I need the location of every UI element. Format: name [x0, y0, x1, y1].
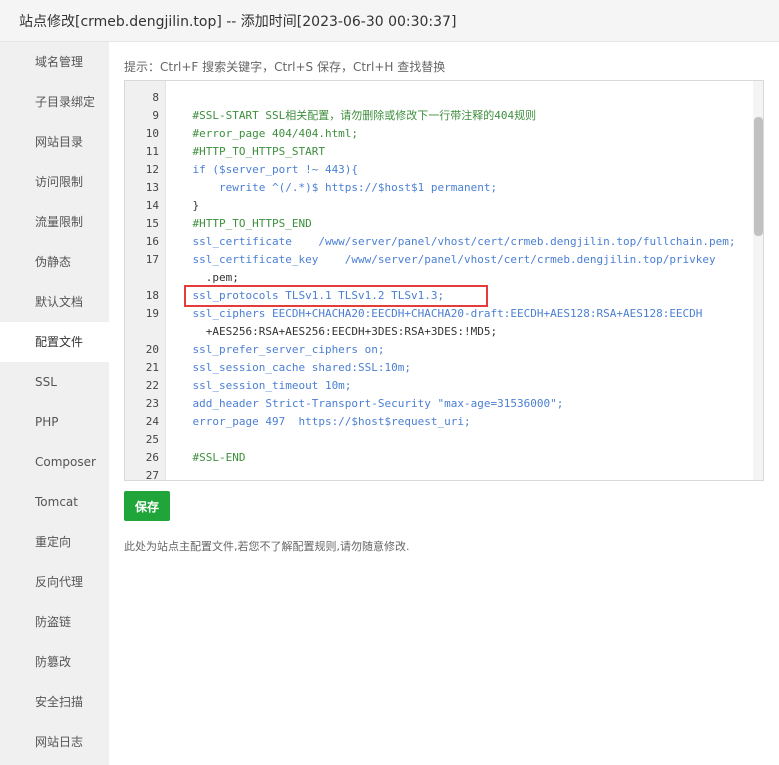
line-number: 15 — [145, 217, 159, 230]
code-line[interactable]: #SSL-END — [166, 449, 245, 467]
code-line[interactable]: if ($server_port !~ 443){ — [166, 161, 358, 179]
code-line[interactable]: error_page 497 https://$host$request_uri… — [166, 413, 470, 431]
line-number: 8 — [152, 91, 159, 104]
scrollbar-thumb[interactable] — [754, 117, 763, 236]
sidebar-item-tomcat[interactable]: Tomcat — [0, 482, 109, 522]
sidebar-item-access-limit[interactable]: 访问限制 — [0, 162, 109, 202]
code-line[interactable]: ssl_certificate_key /www/server/panel/vh… — [166, 251, 715, 269]
line-number: 10 — [145, 127, 159, 140]
code-line[interactable]: rewrite ^(/.*)$ https://$host$1 permanen… — [166, 179, 497, 197]
sidebar-item-domain[interactable]: 域名管理 — [0, 42, 109, 82]
line-number: 13 — [145, 181, 159, 194]
code-line[interactable]: ssl_certificate /www/server/panel/vhost/… — [166, 233, 735, 251]
code-line[interactable]: #HTTP_TO_HTTPS_END — [166, 215, 311, 233]
sidebar-item-tamper-proof[interactable]: 防篡改 — [0, 642, 109, 682]
dialog-title: 站点修改[crmeb.dengjilin.top] -- 添加时间[2023-0… — [19, 14, 457, 30]
sidebar-item-composer[interactable]: Composer — [0, 442, 109, 482]
code-line[interactable]: ssl_prefer_server_ciphers on; — [166, 341, 384, 359]
code-line[interactable]: #SSL-START SSL相关配置，请勿删除或修改下一行带注释的404规则 — [166, 107, 536, 125]
code-line-wrap[interactable]: +AES256:RSA+AES256:EECDH+3DES:RSA+3DES:!… — [166, 323, 497, 341]
line-number: 23 — [145, 397, 159, 410]
code-line[interactable]: ssl_session_cache shared:SSL:10m; — [166, 359, 411, 377]
line-number: 11 — [145, 145, 159, 158]
code-line[interactable]: ssl_ciphers EECDH+CHACHA20:EECDH+CHACHA2… — [166, 305, 702, 323]
sidebar-item-site-log[interactable]: 网站日志 — [0, 722, 109, 762]
code-line[interactable]: } — [166, 197, 199, 215]
sidebar-item-php[interactable]: PHP — [0, 402, 109, 442]
sidebar-item-ssl[interactable]: SSL — [0, 362, 109, 402]
sidebar: 域名管理 子目录绑定 网站目录 访问限制 流量限制 伪静态 默认文档 配置文件 … — [0, 42, 109, 765]
sidebar-item-site-dir[interactable]: 网站目录 — [0, 122, 109, 162]
line-number: 14 — [145, 199, 159, 212]
line-number: 9 — [152, 109, 159, 122]
line-number: 17 — [145, 253, 159, 266]
line-number: 18 — [145, 289, 159, 302]
sidebar-item-default-doc[interactable]: 默认文档 — [0, 282, 109, 322]
dialog-titlebar: 站点修改[crmeb.dengjilin.top] -- 添加时间[2023-0… — [0, 0, 779, 42]
save-button[interactable]: 保存 — [124, 491, 170, 521]
line-number: 24 — [145, 415, 159, 428]
code-line[interactable]: add_header Strict-Transport-Security "ma… — [166, 395, 563, 413]
code-line[interactable]: ssl_session_timeout 10m; — [166, 377, 351, 395]
line-number: 22 — [145, 379, 159, 392]
config-warning-note: 此处为站点主配置文件,若您不了解配置规则,请勿随意修改. — [124, 540, 410, 553]
code-line[interactable]: #HTTP_TO_HTTPS_START — [166, 143, 324, 161]
sidebar-item-rewrite[interactable]: 伪静态 — [0, 242, 109, 282]
line-number: 21 — [145, 361, 159, 374]
sidebar-item-reverse-proxy[interactable]: 反向代理 — [0, 562, 109, 602]
line-number: 25 — [145, 433, 159, 446]
config-editor[interactable]: 8 9 10 11 12 13 14 15 16 17 18 19 20 21 … — [124, 80, 764, 481]
line-number: 26 — [145, 451, 159, 464]
sidebar-item-redirect[interactable]: 重定向 — [0, 522, 109, 562]
sidebar-item-subdir[interactable]: 子目录绑定 — [0, 82, 109, 122]
sidebar-item-hotlink[interactable]: 防盗链 — [0, 602, 109, 642]
code-line[interactable]: #error_page 404/404.html; — [166, 125, 358, 143]
sidebar-item-traffic-limit[interactable]: 流量限制 — [0, 202, 109, 242]
line-number: 20 — [145, 343, 159, 356]
sidebar-item-config-file[interactable]: 配置文件 — [0, 322, 109, 362]
sidebar-item-security-scan[interactable]: 安全扫描 — [0, 682, 109, 722]
line-number: 16 — [145, 235, 159, 248]
line-number: 12 — [145, 163, 159, 176]
editor-hint: 提示：Ctrl+F 搜索关键字，Ctrl+S 保存，Ctrl+H 查找替换 — [124, 60, 446, 74]
line-number: 27 — [145, 469, 159, 481]
line-number: 19 — [145, 307, 159, 320]
highlight-box — [184, 285, 488, 307]
